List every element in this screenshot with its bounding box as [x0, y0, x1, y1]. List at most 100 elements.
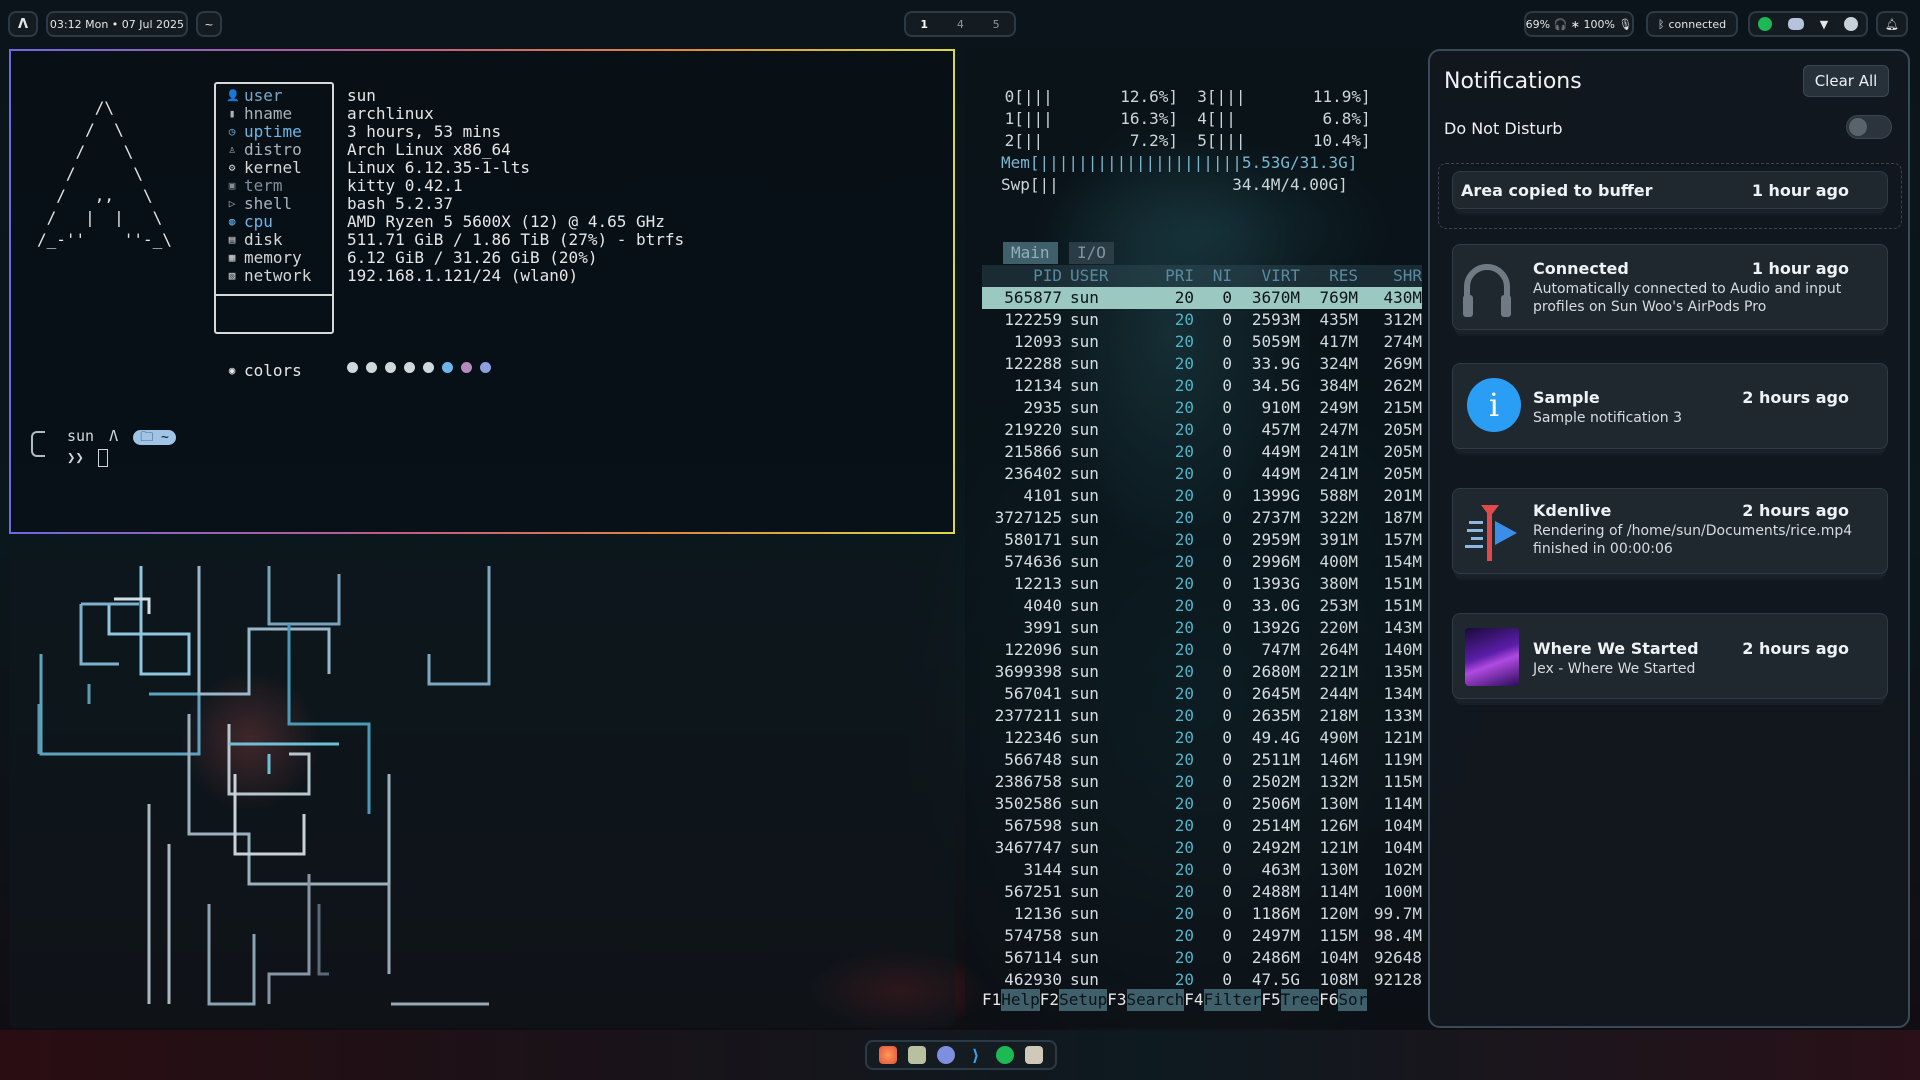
info-row-network: ▧ network [226, 267, 312, 285]
fkey-label[interactable]: Sor [1338, 989, 1368, 1011]
table-row[interactable]: 3502586 sun 20 0 2506M 130M 114M [982, 793, 1422, 815]
col-pid[interactable]: PID [982, 265, 1062, 287]
tab-main[interactable]: Main [1003, 242, 1058, 264]
table-row[interactable]: 3699398 sun 20 0 2680M 221M 135M [982, 661, 1422, 683]
notification-card-spotify[interactable]: Where We Started 2 hours ago Jex - Where… [1452, 613, 1888, 699]
discord-icon[interactable] [937, 1046, 956, 1064]
table-row[interactable]: 567251 sun 20 0 2488M 114M 100M [982, 881, 1422, 903]
firefox-icon[interactable] [878, 1046, 897, 1064]
notification-card-sample[interactable]: i Sample 2 hours ago Sample notification… [1452, 363, 1888, 449]
spotify-icon[interactable] [995, 1046, 1014, 1064]
table-row[interactable]: 122096 sun 20 0 747M 264M 140M [982, 639, 1422, 661]
status-text: 69% 🎧 ∗ 100% 🎙 [1525, 17, 1633, 31]
fkey-label[interactable]: Search [1126, 989, 1185, 1011]
table-row[interactable]: 236402 sun 20 0 449M 241M 205M [982, 463, 1422, 485]
tab-io[interactable]: I/O [1069, 242, 1114, 264]
table-row[interactable]: 2386758 sun 20 0 2502M 132M 115M [982, 771, 1422, 793]
notification-card-kdenlive[interactable]: Kdenlive 2 hours ago Rendering of /home/… [1452, 488, 1888, 574]
col-user[interactable]: USER [1062, 265, 1122, 287]
table-row[interactable]: 2377211 sun 20 0 2635M 218M 133M [982, 705, 1422, 727]
fkey-f5[interactable]: F5 [1261, 989, 1280, 1011]
col-virt[interactable]: VIRT [1232, 265, 1300, 287]
table-row[interactable]: 122259 sun 20 0 2593M 435M 312M [982, 309, 1422, 331]
vscode-icon[interactable]: ⟩ [967, 1046, 985, 1065]
table-row[interactable]: 122346 sun 20 0 49.4G 490M 121M [982, 727, 1422, 749]
table-row[interactable]: 574758 sun 20 0 2497M 115M 98.4M [982, 925, 1422, 947]
clock-widget[interactable]: 03:12 Mon • 07 Jul 2025 [46, 11, 188, 37]
fkey-label[interactable]: Help [1001, 989, 1040, 1011]
table-row[interactable]: 215866 sun 20 0 449M 241M 205M [982, 441, 1422, 463]
spotify-icon[interactable] [1757, 17, 1772, 31]
bluetooth-status[interactable]: ᛒ connected [1646, 11, 1738, 37]
dnd-toggle[interactable] [1846, 115, 1892, 139]
pipes-terminal[interactable] [9, 544, 955, 1028]
cell-res: 221M [1319, 662, 1358, 681]
table-row[interactable]: 3991 sun 20 0 1392G 220M 143M [982, 617, 1422, 639]
table-row[interactable]: 4040 sun 20 0 33.0G 253M 151M [982, 595, 1422, 617]
cell-pid: 574758 [1004, 926, 1062, 945]
battery-audio-status[interactable]: 69% 🎧 ∗ 100% 🎙 [1524, 11, 1634, 37]
notification-card-copy[interactable]: Area copied to buffer 1 hour ago [1452, 171, 1888, 209]
launcher-button[interactable]: Λ [8, 11, 38, 37]
table-row[interactable]: 122288 sun 20 0 33.9G 324M 269M [982, 353, 1422, 375]
table-row[interactable]: 567598 sun 20 0 2514M 126M 104M [982, 815, 1422, 837]
fastfetch-terminal[interactable]: /\ / \ / \ / \ / ,, \ / | | \ /_-'' ''-_… [9, 49, 955, 534]
fkey-f6[interactable]: F6 [1319, 989, 1338, 1011]
discord-icon[interactable] [1787, 18, 1804, 30]
cell-res: 435M [1319, 310, 1358, 329]
wifi-icon[interactable]: ▼ [1820, 18, 1828, 31]
info-value-memory: 6.12 GiB / 31.26 GiB (20%) [347, 248, 598, 267]
table-row[interactable]: 462930 sun 20 0 47.5G 108M 92128 [982, 969, 1422, 991]
col-ni[interactable]: NI [1194, 265, 1232, 287]
table-row[interactable]: 219220 sun 20 0 457M 247M 205M [982, 419, 1422, 441]
table-row[interactable]: 2935 sun 20 0 910M 249M 215M [982, 397, 1422, 419]
workspace-1[interactable]: 1 [920, 18, 928, 31]
cell-shr: 133M [1383, 706, 1422, 725]
fkey-f1[interactable]: F1 [982, 989, 1001, 1011]
cell-ni: 0 [1222, 684, 1232, 703]
fkey-label[interactable]: Tree [1280, 989, 1320, 1011]
files-icon[interactable] [907, 1046, 926, 1064]
fkey-label[interactable]: Setup [1059, 989, 1108, 1011]
table-row[interactable]: 3727125 sun 20 0 2737M 322M 187M [982, 507, 1422, 529]
table-row[interactable]: 580171 sun 20 0 2959M 391M 157M [982, 529, 1422, 551]
cell-pri: 20 [1174, 508, 1194, 527]
steam-icon[interactable] [1844, 17, 1859, 31]
cell-virt: 463M [1261, 860, 1300, 879]
cell-user: sun [1070, 662, 1099, 681]
notification-bell-button[interactable]: 🔔︎ [1876, 11, 1908, 37]
app-icon[interactable] [1025, 1046, 1044, 1064]
fkey-f3[interactable]: F3 [1107, 989, 1126, 1011]
table-row[interactable]: 4101 sun 20 0 1399G 588M 201M [982, 485, 1422, 507]
table-row[interactable]: 567041 sun 20 0 2645M 244M 134M [982, 683, 1422, 705]
table-row[interactable]: 566748 sun 20 0 2511M 146M 119M [982, 749, 1422, 771]
table-row[interactable]: 565877 sun 20 0 3670M 769M 430M [982, 287, 1422, 309]
color-swatch [442, 362, 453, 373]
table-row[interactable]: 12134 sun 20 0 34.5G 384M 262M [982, 375, 1422, 397]
clear-all-button[interactable]: Clear All [1803, 65, 1889, 97]
fkey-f4[interactable]: F4 [1184, 989, 1203, 1011]
workspace-4[interactable]: 4 [957, 18, 964, 31]
col-shr[interactable]: SHR [1358, 265, 1422, 287]
cell-res: 322M [1319, 508, 1358, 527]
cell-shr: 205M [1383, 464, 1422, 483]
table-row[interactable]: 12213 sun 20 0 1393G 380M 151M [982, 573, 1422, 595]
col-res[interactable]: RES [1300, 265, 1358, 287]
table-row[interactable]: 12136 sun 20 0 1186M 120M 99.7M [982, 903, 1422, 925]
cell-ni: 0 [1222, 574, 1232, 593]
info-value-hname: archlinux [347, 104, 434, 123]
dnd-label: Do Not Disturb [1444, 119, 1563, 138]
table-row[interactable]: 12093 sun 20 0 5059M 417M 274M [982, 331, 1422, 353]
workspace-switcher[interactable]: 1 4 5 [904, 11, 1016, 37]
table-row[interactable]: 3467747 sun 20 0 2492M 121M 104M [982, 837, 1422, 859]
notification-card-connected[interactable]: Connected 1 hour ago Automatically conne… [1452, 244, 1888, 330]
terminal-title-pill[interactable]: ~ [196, 11, 222, 37]
workspace-5[interactable]: 5 [993, 18, 1000, 31]
col-pri[interactable]: PRI [1122, 265, 1194, 287]
fkey-label[interactable]: Filter [1203, 989, 1262, 1011]
cell-virt: 2488M [1251, 882, 1300, 901]
table-row[interactable]: 3144 sun 20 0 463M 130M 102M [982, 859, 1422, 881]
table-row[interactable]: 574636 sun 20 0 2996M 400M 154M [982, 551, 1422, 573]
table-row[interactable]: 567114 sun 20 0 2486M 104M 92648 [982, 947, 1422, 969]
fkey-f2[interactable]: F2 [1040, 989, 1059, 1011]
